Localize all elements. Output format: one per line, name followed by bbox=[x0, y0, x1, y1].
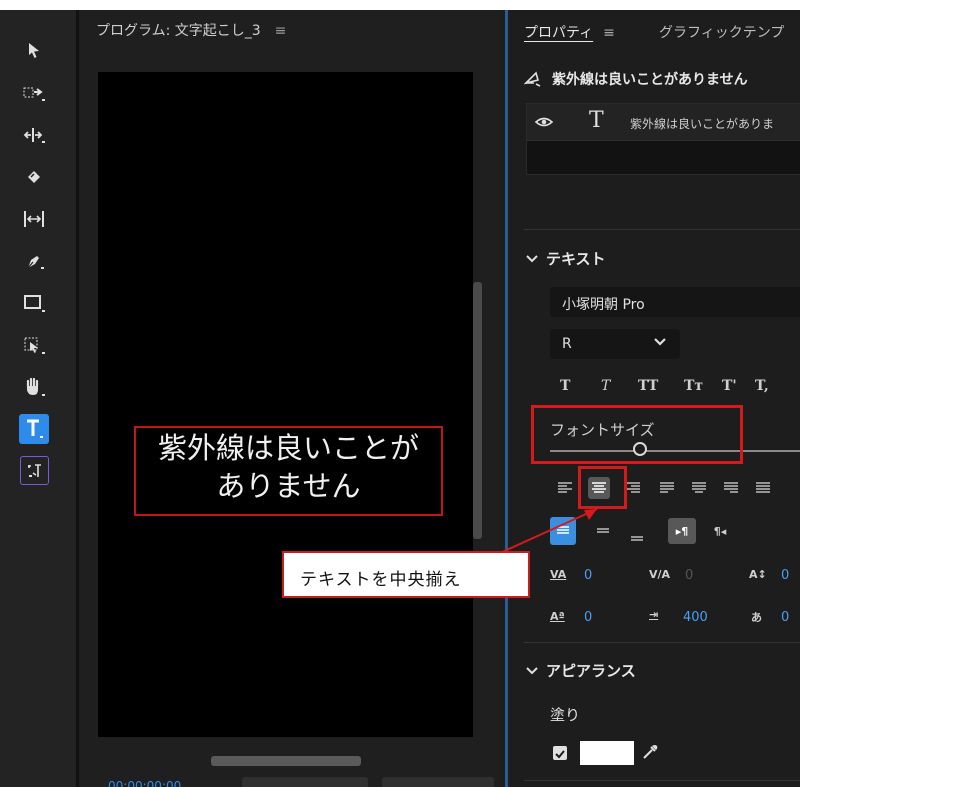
fill-checkbox[interactable] bbox=[553, 746, 567, 760]
font-family-dropdown[interactable]: 小塚明朝 Pro bbox=[550, 287, 800, 317]
justify-center-icon[interactable] bbox=[688, 477, 710, 499]
text-layer-icon: T bbox=[589, 108, 604, 133]
properties-panel: プロパティ ≡ グラフィックテンプ 紫外線は良いことがありません T 紫外線は良い… bbox=[505, 10, 800, 787]
resolution-dropdown[interactable] bbox=[382, 777, 494, 787]
all-caps-button[interactable]: TT bbox=[638, 378, 658, 394]
align-middle-icon[interactable] bbox=[592, 520, 614, 542]
object-header: 紫外線は良いことがありません bbox=[524, 69, 748, 89]
pen-tool-icon[interactable] bbox=[19, 246, 49, 276]
appearance-section-header[interactable]: アピアランス bbox=[526, 660, 636, 681]
divider bbox=[524, 642, 800, 643]
fill-color-swatch[interactable] bbox=[580, 741, 634, 765]
slip-tool-icon[interactable] bbox=[19, 204, 49, 234]
tools-panel bbox=[0, 10, 79, 787]
tab-menu-icon[interactable]: ≡ bbox=[603, 25, 615, 41]
ltr-direction-button[interactable]: ▸¶ bbox=[668, 518, 696, 544]
kerning-value[interactable]: 0 bbox=[584, 568, 592, 583]
divider bbox=[524, 780, 800, 781]
tracking-icon: V/A bbox=[649, 568, 671, 581]
text-section-title: テキスト bbox=[546, 250, 606, 268]
rectangle-tool-icon[interactable] bbox=[19, 288, 49, 318]
divider bbox=[524, 229, 800, 230]
center-align-highlight-box bbox=[578, 466, 627, 509]
text-section-header[interactable]: テキスト bbox=[526, 248, 606, 269]
tab-properties[interactable]: プロパティ ≡ bbox=[524, 22, 615, 42]
eye-icon[interactable] bbox=[535, 113, 553, 131]
ripple-edit-tool-icon[interactable] bbox=[19, 120, 49, 150]
appearance-section-title: アピアランス bbox=[546, 662, 636, 680]
tab-width-icon: ⇥ bbox=[649, 608, 659, 621]
layer-list: T 紫外線は良いことがありま bbox=[526, 103, 800, 175]
razor-tool-icon[interactable] bbox=[19, 162, 49, 192]
faux-italic-button[interactable]: T bbox=[601, 378, 610, 394]
tsume-value[interactable]: 0 bbox=[781, 610, 789, 625]
faux-bold-button[interactable]: T bbox=[560, 378, 570, 394]
hand-select-tool-icon[interactable] bbox=[19, 330, 49, 360]
object-name: 紫外線は良いことがありません bbox=[552, 72, 748, 88]
selection-tool-icon[interactable] bbox=[19, 36, 49, 66]
annotation-callout-text: テキストを中央揃え bbox=[300, 570, 462, 590]
leading-value[interactable]: 0 bbox=[781, 568, 789, 583]
fit-dropdown[interactable] bbox=[242, 777, 368, 787]
font-family-value: 小塚明朝 Pro bbox=[562, 297, 645, 313]
track-select-tool-icon[interactable] bbox=[19, 78, 49, 108]
subscript-button[interactable]: T, bbox=[755, 378, 769, 394]
vertical-scrollbar[interactable] bbox=[473, 282, 482, 539]
rtl-direction-glyph: ¶◂ bbox=[713, 524, 727, 538]
baseline-shift-icon: Aª bbox=[550, 610, 565, 623]
program-monitor-title-text: プログラム: 文字起こし_3 bbox=[96, 23, 261, 39]
video-preview[interactable]: 紫外線は良いことが ありません bbox=[98, 72, 473, 737]
caption-line-2: ありません bbox=[216, 469, 361, 503]
annotation-callout: テキストを中央揃え bbox=[282, 551, 530, 598]
tab-width-value[interactable]: 400 bbox=[683, 610, 708, 625]
tab-properties-label: プロパティ bbox=[524, 25, 594, 41]
font-style-dropdown[interactable]: R bbox=[550, 329, 680, 359]
chevron-down-icon bbox=[526, 666, 538, 674]
layer-name: 紫外線は良いことがありま bbox=[630, 117, 775, 131]
chevron-down-icon bbox=[654, 338, 666, 346]
font-style-value: R bbox=[562, 336, 572, 352]
monitor-bottom-bar: 00;00;00;00 bbox=[80, 775, 500, 787]
playhead-timecode[interactable]: 00;00;00;00 bbox=[108, 779, 181, 787]
justify-left-icon[interactable] bbox=[656, 477, 678, 499]
font-size-highlight-box bbox=[531, 405, 743, 464]
layer-row[interactable]: T 紫外線は良いことがありま bbox=[527, 104, 800, 141]
horizontal-scrollbar[interactable] bbox=[211, 756, 361, 766]
justify-all-icon[interactable] bbox=[752, 477, 774, 499]
program-monitor-title[interactable]: プログラム: 文字起こし_3 ≡ bbox=[96, 20, 286, 40]
superscript-button[interactable]: T' bbox=[722, 378, 737, 394]
caption-line-1: 紫外線は良いことが bbox=[157, 431, 419, 465]
caption-bounding-box[interactable]: 紫外線は良いことが ありません bbox=[134, 426, 443, 516]
baseline-shift-value[interactable]: 0 bbox=[584, 610, 592, 625]
panel-tabs: プロパティ ≡ グラフィックテンプ bbox=[508, 10, 800, 52]
panel-menu-icon[interactable]: ≡ bbox=[275, 23, 287, 39]
ltr-direction-glyph: ▸¶ bbox=[675, 524, 689, 538]
leading-icon: A↕ bbox=[749, 568, 767, 581]
top-strip bbox=[0, 0, 800, 10]
tracking-value[interactable]: 0 bbox=[685, 568, 693, 583]
chevron-down-icon bbox=[526, 254, 538, 262]
type-tool-icon[interactable] bbox=[19, 414, 49, 444]
align-top-icon[interactable] bbox=[550, 517, 576, 545]
program-monitor: プログラム: 文字起こし_3 ≡ 紫外線は良いことが ありません 00;00;00… bbox=[80, 10, 500, 787]
small-caps-button[interactable]: Tт bbox=[684, 378, 703, 394]
justify-right-icon[interactable] bbox=[720, 477, 742, 499]
eyedropper-icon[interactable] bbox=[641, 743, 659, 761]
align-bottom-icon[interactable] bbox=[626, 524, 648, 546]
rtl-direction-button[interactable]: ¶◂ bbox=[706, 520, 734, 542]
tsume-icon: あ bbox=[751, 611, 762, 624]
kerning-icon: VA bbox=[550, 568, 567, 581]
tab-essential-graphics[interactable]: グラフィックテンプ bbox=[659, 22, 784, 42]
align-left-icon[interactable] bbox=[554, 477, 576, 499]
fill-label: 塗り bbox=[550, 706, 581, 724]
premiere-window: プログラム: 文字起こし_3 ≡ 紫外線は良いことが ありません 00;00;00… bbox=[0, 0, 800, 787]
graphic-object-icon bbox=[524, 71, 541, 87]
hand-tool-icon[interactable] bbox=[19, 372, 49, 402]
vertical-type-tool-icon[interactable] bbox=[20, 456, 49, 485]
